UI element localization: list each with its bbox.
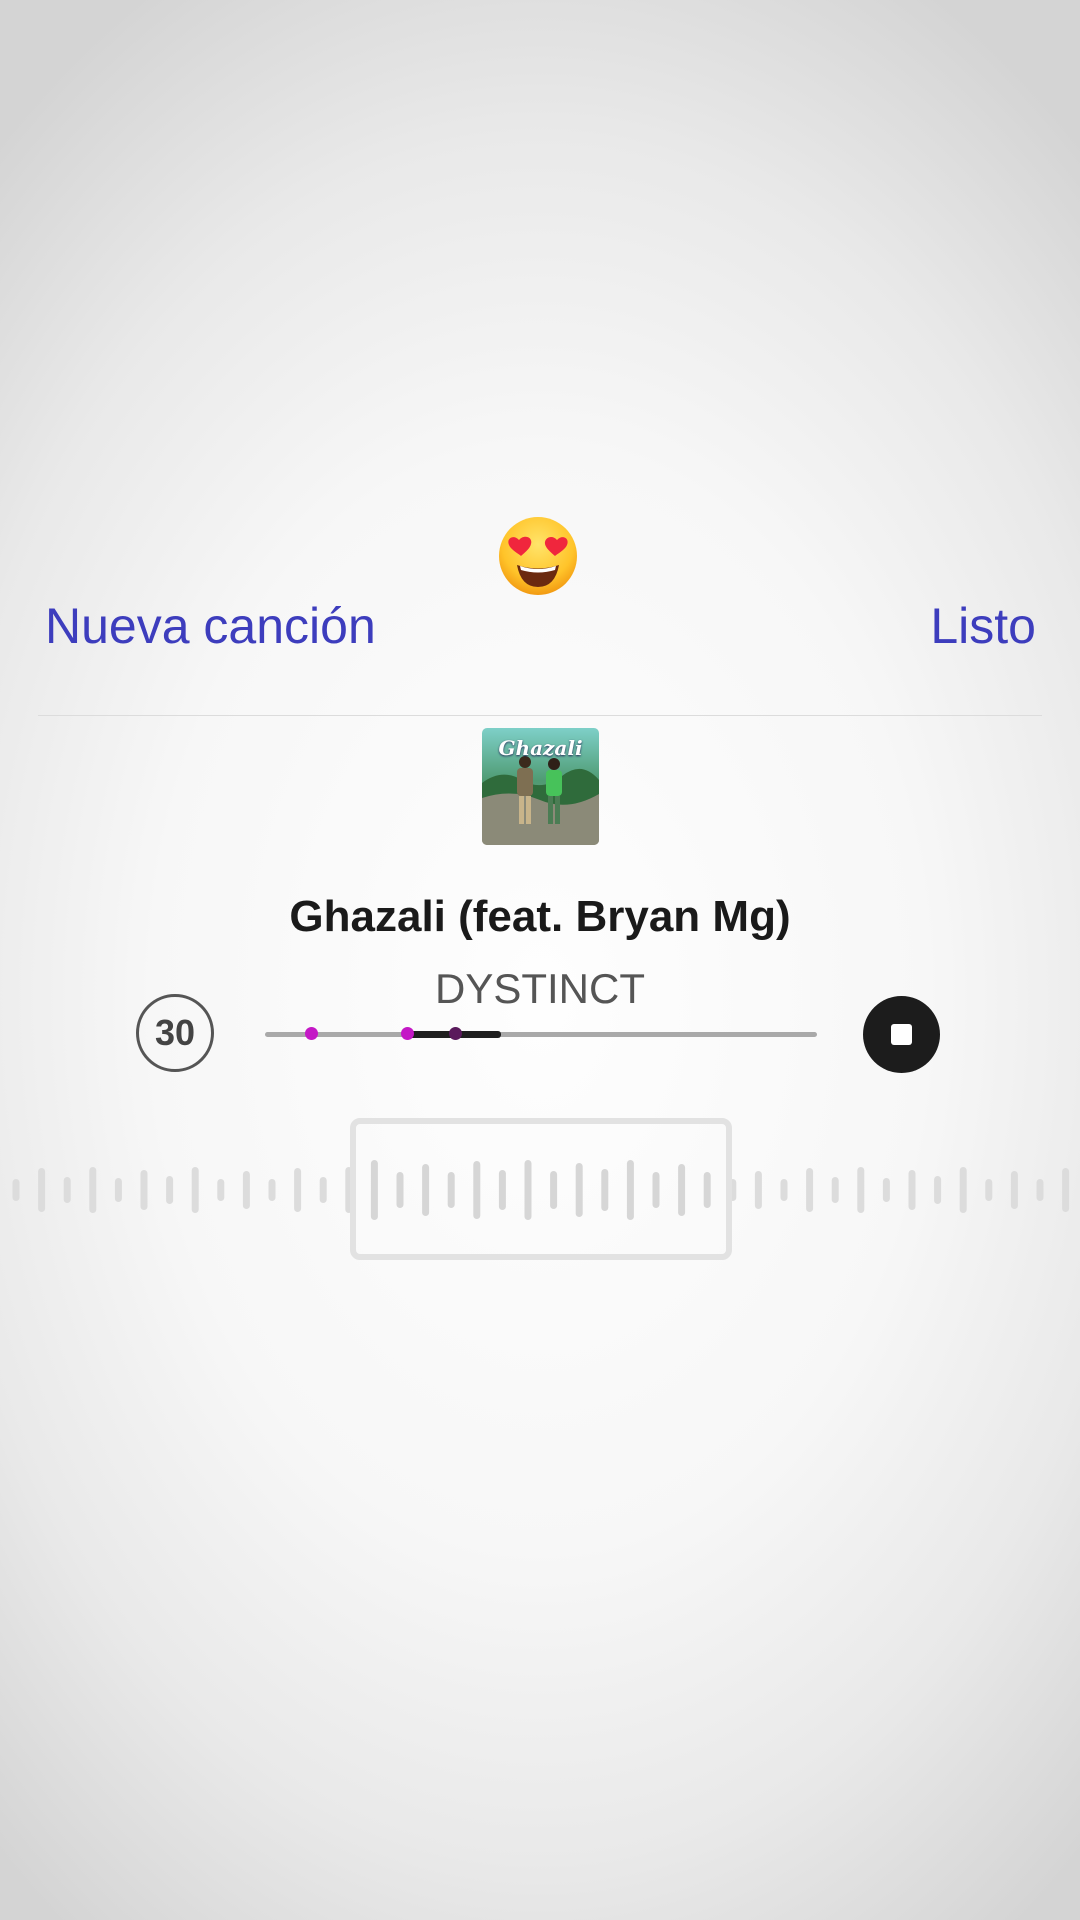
new-song-button[interactable]: Nueva canción [45,596,376,656]
waveform-bar [319,1177,327,1203]
waveform-bar [806,1168,814,1212]
waveform-bar [191,1167,199,1213]
waveform-bar [268,1179,276,1201]
stop-icon [891,1024,912,1045]
heart-eyes-emoji-icon [499,517,577,595]
lyric-marker [305,1027,318,1040]
waveform-bar [140,1170,148,1210]
waveform-bar [217,1179,225,1201]
clip-duration-button[interactable]: 30 [136,994,214,1072]
waveform-bar [63,1177,71,1203]
waveform-bar [1010,1171,1018,1209]
waveform-bar [780,1179,788,1201]
waveform-bar [166,1176,174,1204]
song-title: Ghazali (feat. Bryan Mg) [289,892,791,941]
waveform-bar [882,1178,890,1202]
waveform-bar [89,1167,97,1213]
lyric-marker [449,1027,462,1040]
waveform-bar [12,1179,20,1201]
album-art: Ghazali [482,728,599,845]
waveform-bar [754,1171,762,1209]
waveform-bar [959,1167,967,1213]
clip-selection-window[interactable] [350,1118,732,1260]
waveform-bar [831,1177,839,1203]
waveform-bar [857,1167,865,1213]
waveform-bar [242,1171,250,1209]
waveform-bar [38,1168,46,1212]
stop-button[interactable] [863,996,940,1073]
waveform-bar [114,1178,122,1202]
header-divider [38,715,1042,716]
lyric-marker [401,1027,414,1040]
waveform-bar [934,1176,942,1204]
waveform-bar [985,1179,993,1201]
song-progress-track[interactable] [265,1027,817,1040]
waveform-bar [294,1168,302,1212]
album-art-title-text: Ghazali [498,736,583,760]
done-button[interactable]: Listo [930,596,1036,656]
waveform-bar [1036,1179,1044,1201]
waveform-bar [908,1170,916,1210]
waveform-bar [1062,1168,1070,1212]
